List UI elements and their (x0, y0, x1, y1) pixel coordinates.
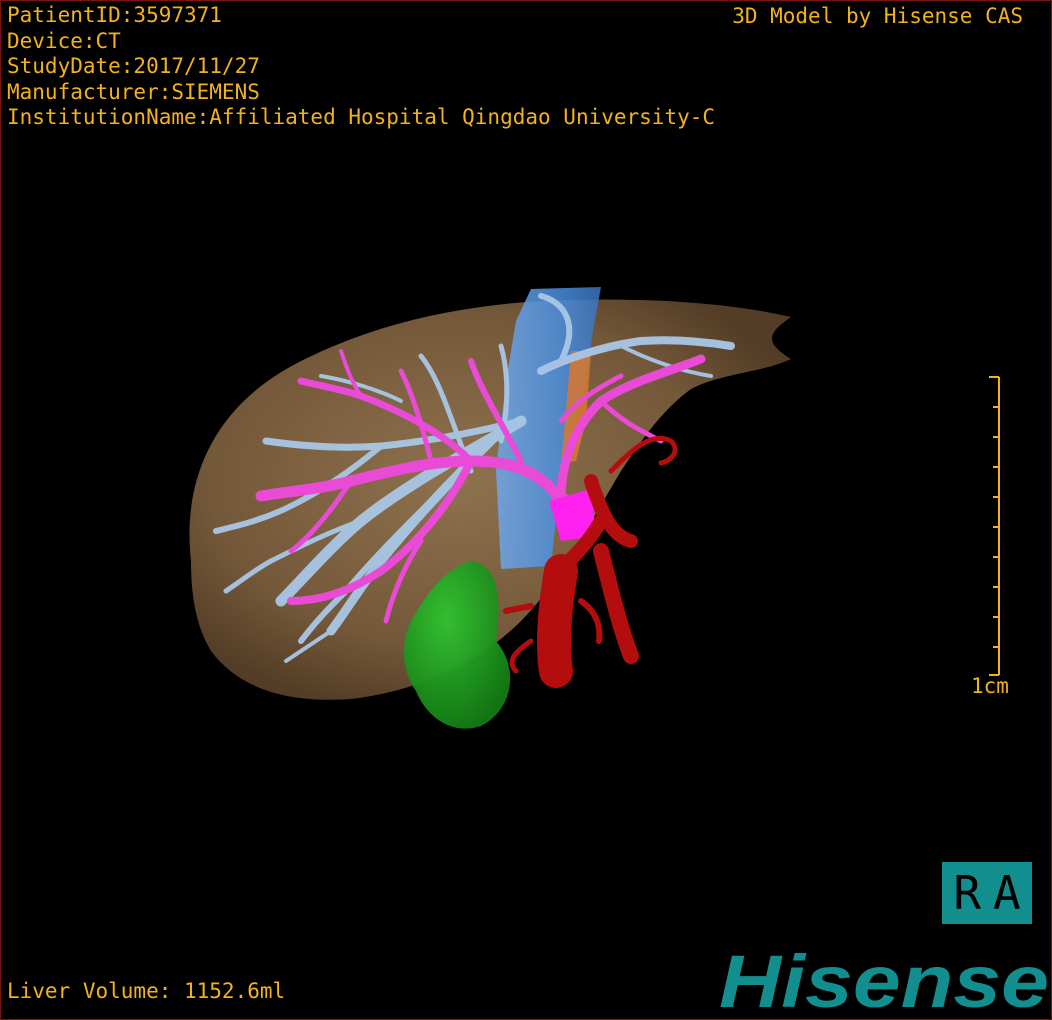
hisense-logo: Hisense (719, 945, 1049, 1017)
scale-bar (989, 376, 1000, 676)
study-date-text: StudyDate:2017/11/27 (7, 54, 260, 78)
dicom-info-overlay: PatientID:3597371 Device:CT StudyDate:20… (7, 3, 715, 131)
brand-name: Hisense (719, 945, 1049, 1017)
liver-3d-model-viewport[interactable] (1, 1, 1051, 1019)
viewer-frame: PatientID:3597371 Device:CT StudyDate:20… (0, 0, 1052, 1020)
institution-text: InstitutionName:Affiliated Hospital Qing… (7, 105, 716, 129)
orientation-marker[interactable]: RA (942, 862, 1032, 924)
patient-id-text: PatientID:3597371 (7, 3, 222, 27)
scale-bar-label: 1cm (971, 674, 1009, 698)
device-text: Device:CT (7, 28, 121, 53)
liver-volume-text: Liver Volume: 1152.6ml (7, 979, 286, 1003)
model-credit-text: 3D Model by Hisense CAS (732, 4, 1023, 28)
manufacturer-text: Manufacturer:SIEMENS (7, 79, 260, 104)
